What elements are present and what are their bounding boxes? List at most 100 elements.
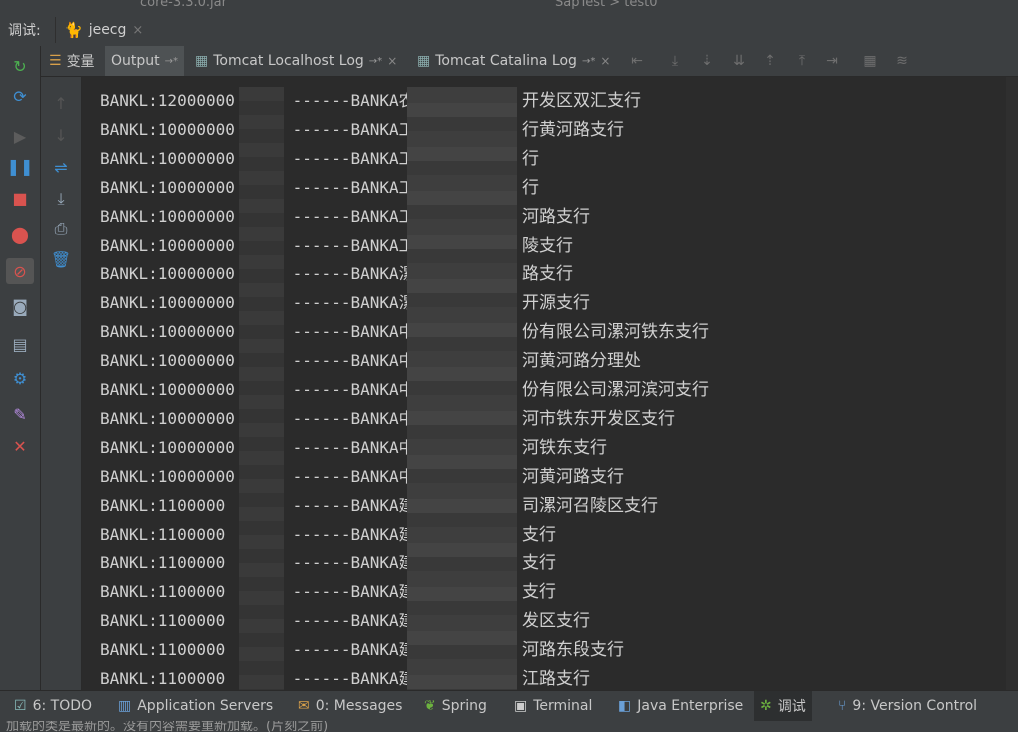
tab-label: 0: Messages bbox=[315, 698, 403, 714]
console-line-suffix: 司漯河召陵区支行 bbox=[522, 495, 658, 516]
run-to-cursor-icon[interactable]: ⇥ bbox=[823, 53, 841, 69]
close-icon[interactable]: × bbox=[132, 23, 143, 38]
stop-icon[interactable]: ■ bbox=[10, 188, 30, 208]
show-execution-point-icon[interactable]: ⇤ bbox=[628, 53, 646, 69]
tab-label: Java Enterprise bbox=[637, 698, 744, 714]
console-line-suffix: 河路东段支行 bbox=[522, 640, 624, 661]
vertical-scrollbar[interactable] bbox=[1006, 77, 1018, 690]
jar-breadcrumb[interactable]: core-3.3.0.jar bbox=[140, 0, 227, 10]
console-line-suffix: 河铁东支行 bbox=[522, 437, 607, 458]
tab-label: Tomcat Catalina Log bbox=[435, 53, 577, 69]
console-line-suffix: 路支行 bbox=[522, 264, 573, 285]
pin-icon[interactable]: →* bbox=[165, 56, 178, 67]
pause-icon[interactable]: ❚❚ bbox=[7, 156, 34, 176]
evaluate-expression-icon[interactable]: ▦ bbox=[861, 53, 879, 69]
tab-output[interactable]: Output →* bbox=[105, 46, 185, 76]
print-icon[interactable]: ⎙ bbox=[51, 219, 71, 239]
tool-window-bar: ☑ 6: TODO ▥ Application Servers ✉ 0: Mes… bbox=[0, 690, 1018, 721]
debug-tab-bar: 调试: 🐈 jeecg × bbox=[0, 12, 1018, 47]
debugger-subtabs: ☰ 变量 Output →* ▦ Tomcat Localhost Log →*… bbox=[41, 46, 1018, 77]
up-arrow-icon[interactable]: ↑ bbox=[51, 93, 71, 113]
console-line-suffix: 行 bbox=[522, 148, 539, 169]
version-control-icon: ⑂ bbox=[838, 698, 847, 714]
drop-frame-icon[interactable]: ⤒ bbox=[793, 53, 811, 69]
down-arrow-icon[interactable]: ↓ bbox=[51, 125, 71, 145]
tomcat-icon: 🐈 bbox=[64, 21, 83, 39]
pin-icon[interactable]: ✎ bbox=[10, 404, 30, 424]
scroll-to-end-icon[interactable]: ⤓ bbox=[51, 189, 71, 209]
pin-icon[interactable]: →* bbox=[582, 56, 595, 67]
console-line-suffix: 份有限公司漯河滨河支行 bbox=[522, 380, 709, 400]
tab-terminal[interactable]: ▣ Terminal bbox=[508, 691, 598, 721]
run-config-breadcrumb[interactable]: SapTest > test0 bbox=[555, 0, 657, 10]
tab-messages[interactable]: ✉ 0: Messages bbox=[292, 691, 408, 721]
console-line-suffix: 行 bbox=[522, 177, 539, 198]
console-line-suffix: 江路支行 bbox=[522, 669, 590, 689]
console-toolbar: ↑ ↓ ⇌ ⤓ ⎙ 🗑 bbox=[41, 77, 82, 690]
redacted-region bbox=[239, 87, 284, 690]
trash-icon[interactable]: 🗑 bbox=[51, 249, 71, 269]
tab-label: Application Servers bbox=[137, 698, 274, 714]
console-line-suffix: 发区支行 bbox=[522, 611, 590, 632]
variables-icon: ☰ bbox=[49, 53, 62, 69]
close-icon[interactable]: × bbox=[387, 54, 397, 68]
trace-icon[interactable]: ≋ bbox=[893, 53, 911, 69]
refresh-icon[interactable]: ⟳ bbox=[10, 86, 30, 106]
close-icon[interactable]: ✕ bbox=[10, 436, 30, 456]
tab-spring[interactable]: ❦ Spring bbox=[418, 691, 493, 721]
session-tab-jeecg[interactable]: 🐈 jeecg × bbox=[55, 17, 151, 43]
tab-label: 6: TODO bbox=[32, 698, 93, 714]
tab-label: 9: Version Control bbox=[852, 698, 978, 714]
log-icon: ▦ bbox=[417, 53, 431, 69]
tab-application-servers[interactable]: ▥ Application Servers bbox=[112, 691, 279, 721]
top-strip: core-3.3.0.jar SapTest > test0 bbox=[0, 0, 1018, 12]
console-line-suffix: 支行 bbox=[522, 524, 556, 545]
tab-label: Spring bbox=[441, 698, 487, 714]
spring-icon: ❦ bbox=[424, 698, 436, 714]
tab-label: Terminal bbox=[533, 698, 593, 714]
tab-java-enterprise[interactable]: ◧ Java Enterprise bbox=[612, 691, 749, 721]
redacted-region bbox=[407, 87, 517, 690]
tab-tomcat-localhost-log[interactable]: ▦ Tomcat Localhost Log →* × bbox=[189, 46, 403, 76]
tab-version-control[interactable]: ⑂ 9: Version Control bbox=[832, 691, 983, 721]
session-tab-label: jeecg bbox=[88, 22, 127, 38]
debug-panel-label: 调试: bbox=[8, 23, 41, 39]
console-line-suffix: 支行 bbox=[522, 582, 556, 603]
status-bar: 加载的类是最新的。没有内容需要重新加载。(片刻之前) bbox=[0, 721, 1018, 732]
force-step-into-icon[interactable]: ⇊ bbox=[730, 53, 748, 69]
console-line-suffix: 份有限公司漯河铁东支行 bbox=[522, 322, 709, 343]
console-line-suffix: 河路支行 bbox=[522, 206, 590, 227]
tab-tomcat-catalina-log[interactable]: ▦ Tomcat Catalina Log →* × bbox=[411, 46, 616, 76]
console-output[interactable]: BANKL:12000000 ------BANKA农 BANKL:1000000… bbox=[82, 77, 1005, 690]
camera-icon[interactable]: ◙ bbox=[10, 296, 30, 316]
soft-wrap-icon[interactable]: ⇌ bbox=[51, 157, 71, 177]
tab-label: Tomcat Localhost Log bbox=[213, 53, 364, 69]
tab-label: 调试 bbox=[777, 699, 806, 715]
pin-icon[interactable]: →* bbox=[369, 56, 382, 67]
console-line-suffix: 河市铁东开发区支行 bbox=[522, 408, 675, 429]
console-line-suffix: 行黄河路支行 bbox=[522, 119, 624, 140]
tab-todo[interactable]: ☑ 6: TODO bbox=[8, 691, 98, 721]
console-line-suffix: 河黄河路支行 bbox=[522, 466, 624, 487]
step-out-icon[interactable]: ⇡ bbox=[761, 53, 779, 69]
console-line-suffix: 支行 bbox=[522, 553, 556, 574]
server-icon: ▥ bbox=[118, 698, 132, 714]
console-line-suffix: 陵支行 bbox=[522, 235, 573, 256]
resume-icon[interactable]: ▶ bbox=[10, 126, 30, 146]
terminal-icon: ▣ bbox=[514, 698, 528, 714]
layout-icon[interactable]: ▤ bbox=[10, 334, 30, 354]
tab-debug[interactable]: ✲ 调试 bbox=[754, 691, 812, 721]
view-breakpoints-icon[interactable]: ⬤ bbox=[10, 224, 30, 244]
step-over-icon[interactable]: ⤓ bbox=[666, 53, 684, 69]
console-line-suffix: 开发区双汇支行 bbox=[522, 91, 641, 111]
console-line-suffix: 河黄河路分理处 bbox=[522, 351, 641, 372]
mute-breakpoints-icon[interactable]: ⊘ bbox=[6, 258, 34, 284]
rerun-icon[interactable]: ↻ bbox=[10, 56, 30, 76]
close-icon[interactable]: × bbox=[600, 54, 610, 68]
tab-label: 变量 bbox=[66, 54, 95, 70]
status-text: 加载的类是最新的。没有内容需要重新加载。(片刻之前) bbox=[6, 721, 329, 732]
step-into-icon[interactable]: ⇣ bbox=[698, 53, 716, 69]
settings-icon[interactable]: ⚙ bbox=[10, 368, 30, 388]
tab-variables[interactable]: ☰ 变量 bbox=[43, 46, 101, 76]
debug-icon: ✲ bbox=[760, 698, 772, 714]
